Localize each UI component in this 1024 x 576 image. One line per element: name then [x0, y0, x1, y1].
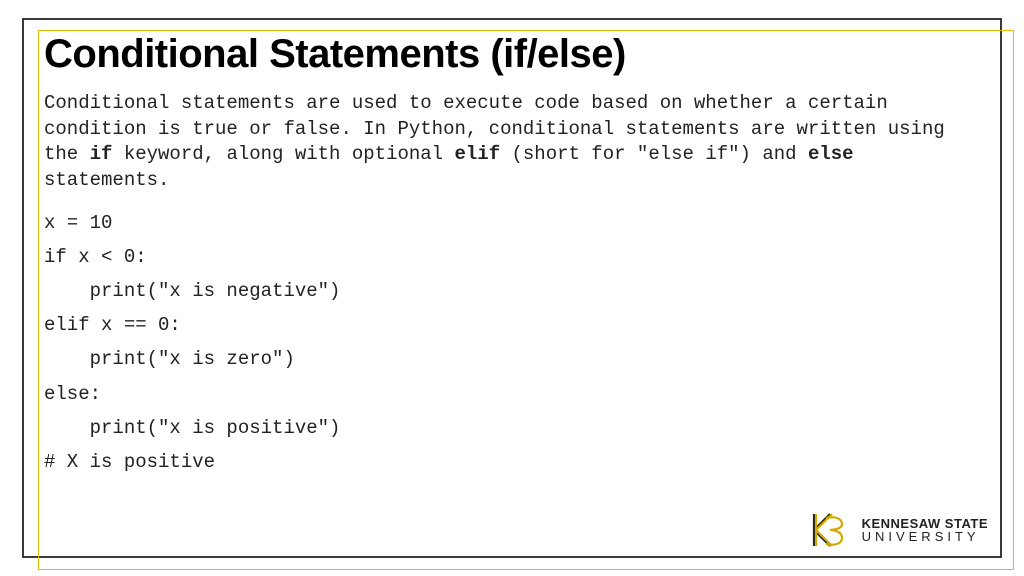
description-paragraph: Conditional statements are used to execu… — [44, 91, 980, 194]
desc-text-3: (short for "else if") and — [500, 143, 808, 165]
keyword-elif: elif — [454, 143, 500, 165]
university-logo: KENNESAW STATE UNIVERSITY — [808, 510, 988, 550]
desc-text-2: keyword, along with optional — [112, 143, 454, 165]
keyword-else: else — [808, 143, 854, 165]
keyword-if: if — [90, 143, 113, 165]
code-block: x = 10 if x < 0: print("x is negative") … — [44, 206, 980, 480]
slide-content: Conditional Statements (if/else) Conditi… — [44, 32, 980, 546]
ks-logo-icon — [808, 510, 852, 550]
logo-text: KENNESAW STATE UNIVERSITY — [862, 517, 988, 543]
desc-text-4: statements. — [44, 169, 169, 191]
logo-line-2: UNIVERSITY — [862, 530, 988, 543]
slide-title: Conditional Statements (if/else) — [44, 32, 980, 77]
